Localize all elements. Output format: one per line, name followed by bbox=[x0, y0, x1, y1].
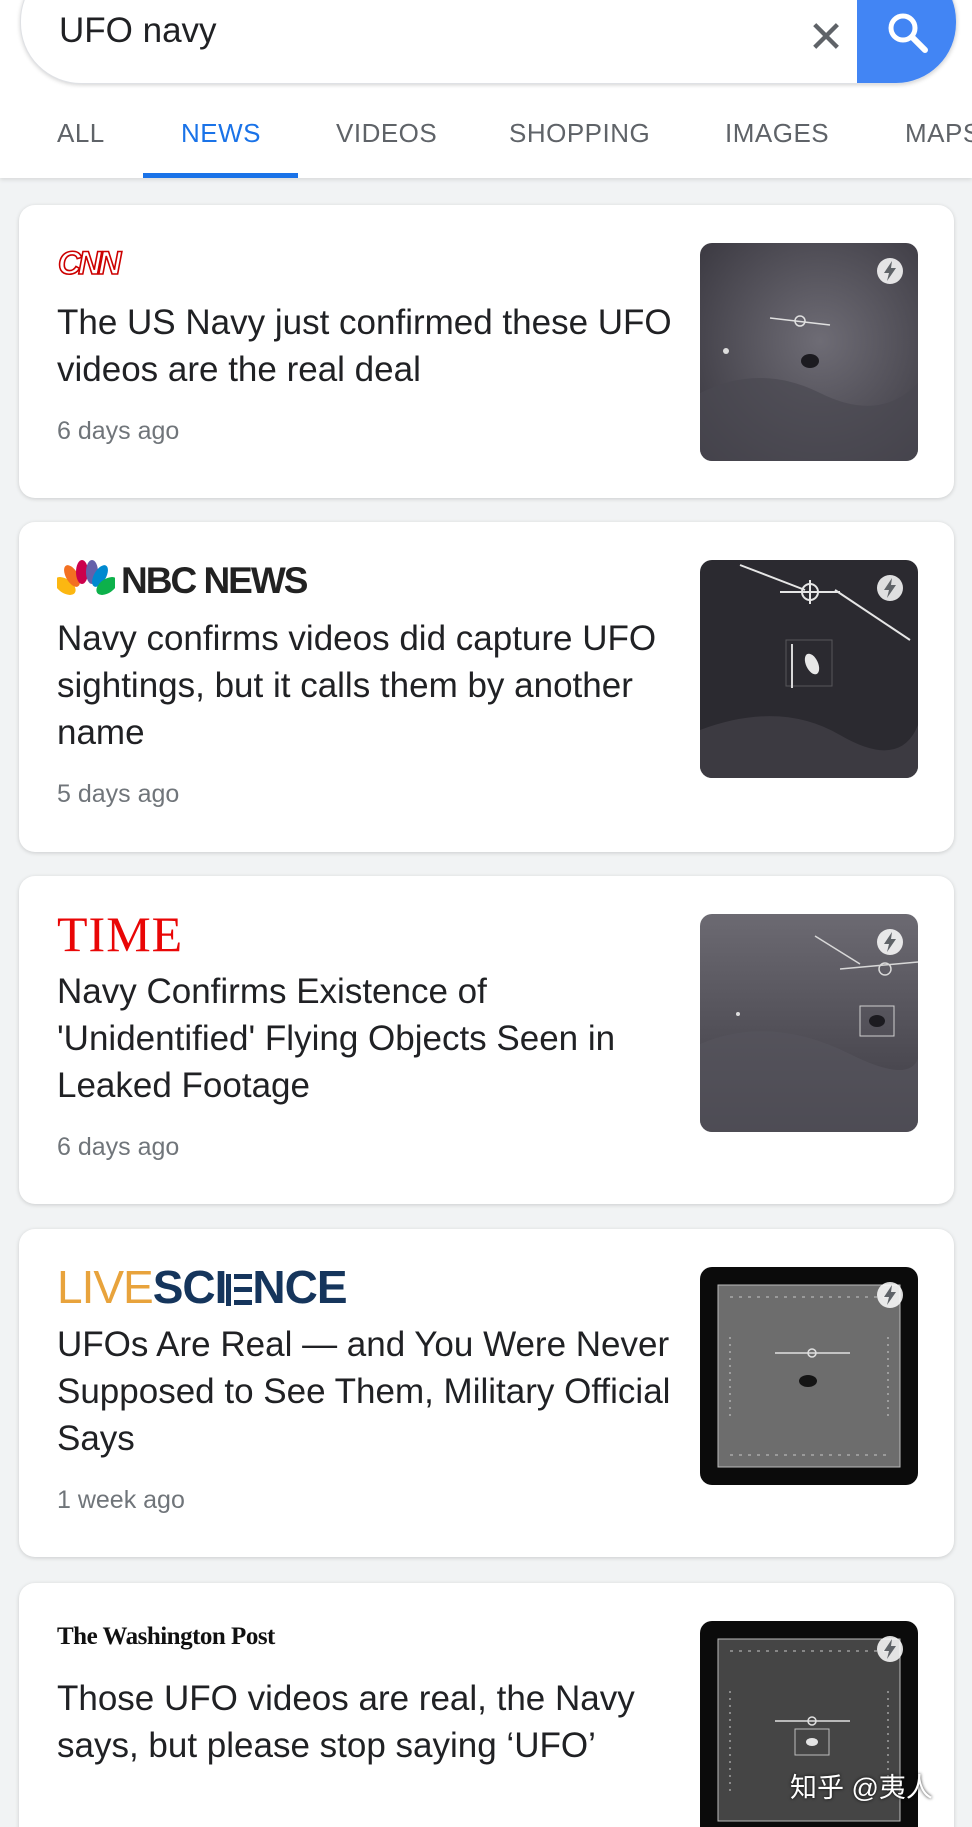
amp-lightning-icon bbox=[877, 929, 903, 955]
search-tabs: ALL NEWS VIDEOS SHOPPING IMAGES MAPS bbox=[0, 100, 972, 178]
livescience-logo: LIVESCI NCE bbox=[57, 1261, 348, 1313]
peacock-icon bbox=[57, 560, 115, 595]
amp-lightning-icon bbox=[877, 575, 903, 601]
tab-maps[interactable]: MAPS bbox=[905, 118, 972, 178]
close-icon: ✕ bbox=[807, 13, 845, 62]
article-thumbnail[interactable] bbox=[700, 1267, 918, 1485]
nbc-news-wordmark: NBC NEWS bbox=[121, 560, 308, 601]
article-title[interactable]: The US Navy just confirmed these UFO vid… bbox=[57, 299, 687, 393]
search-input[interactable] bbox=[59, 9, 759, 53]
amp-lightning-icon bbox=[877, 1636, 903, 1662]
news-card-time[interactable]: TIME Navy Confirms Existence of 'Unident… bbox=[19, 876, 954, 1204]
article-title[interactable]: Navy confirms videos did capture UFO sig… bbox=[57, 615, 687, 756]
article-thumbnail[interactable] bbox=[700, 914, 918, 1132]
article-time: 6 days ago bbox=[57, 1133, 180, 1161]
news-card-livescience[interactable]: LIVESCI NCE UFOs Are Real — and You Were… bbox=[19, 1229, 954, 1557]
news-card-cnn[interactable]: CNN The US Navy just confirmed these UFO… bbox=[19, 205, 954, 498]
tab-videos[interactable]: VIDEOS bbox=[336, 118, 437, 178]
zhihu-watermark: 知乎 @夷人 bbox=[790, 1773, 933, 1803]
nbc-news-logo: NBC NEWS bbox=[57, 560, 327, 601]
search-header: ✕ ALL NEWS VIDEOS SHOPPING IMAGES MAPS bbox=[0, 0, 972, 178]
article-thumbnail[interactable] bbox=[700, 560, 918, 778]
washington-post-logo: The Washington Post bbox=[57, 1623, 275, 1650]
tab-news[interactable]: NEWS bbox=[181, 118, 261, 178]
article-thumbnail[interactable] bbox=[700, 243, 918, 461]
search-bar: ✕ bbox=[20, 0, 957, 84]
news-results-page: ✕ ALL NEWS VIDEOS SHOPPING IMAGES MAPS C… bbox=[0, 0, 972, 1827]
amp-lightning-icon bbox=[877, 258, 903, 284]
article-title[interactable]: Navy Confirms Existence of 'Unidentified… bbox=[57, 968, 687, 1109]
tab-shopping[interactable]: SHOPPING bbox=[509, 118, 650, 178]
article-title[interactable]: Those UFO videos are real, the Navy says… bbox=[57, 1675, 687, 1769]
amp-lightning-icon bbox=[877, 1282, 903, 1308]
tab-images[interactable]: IMAGES bbox=[725, 118, 829, 178]
article-time: 5 days ago bbox=[57, 780, 180, 808]
search-icon bbox=[888, 13, 928, 53]
article-time: 1 week ago bbox=[57, 1486, 185, 1514]
article-time: 6 days ago bbox=[57, 417, 180, 445]
news-card-nbc[interactable]: NBC NEWS Navy confirms videos did captur… bbox=[19, 522, 954, 852]
search-button[interactable] bbox=[857, 0, 956, 83]
active-tab-indicator bbox=[143, 173, 298, 178]
cnn-logo: CNN bbox=[57, 245, 126, 279]
time-logo: TIME bbox=[57, 906, 184, 962]
clear-search-button[interactable]: ✕ bbox=[801, 13, 851, 63]
svg-text:CNN: CNN bbox=[58, 245, 122, 279]
article-title[interactable]: UFOs Are Real — and You Were Never Suppo… bbox=[57, 1321, 687, 1462]
tab-all[interactable]: ALL bbox=[57, 118, 105, 178]
